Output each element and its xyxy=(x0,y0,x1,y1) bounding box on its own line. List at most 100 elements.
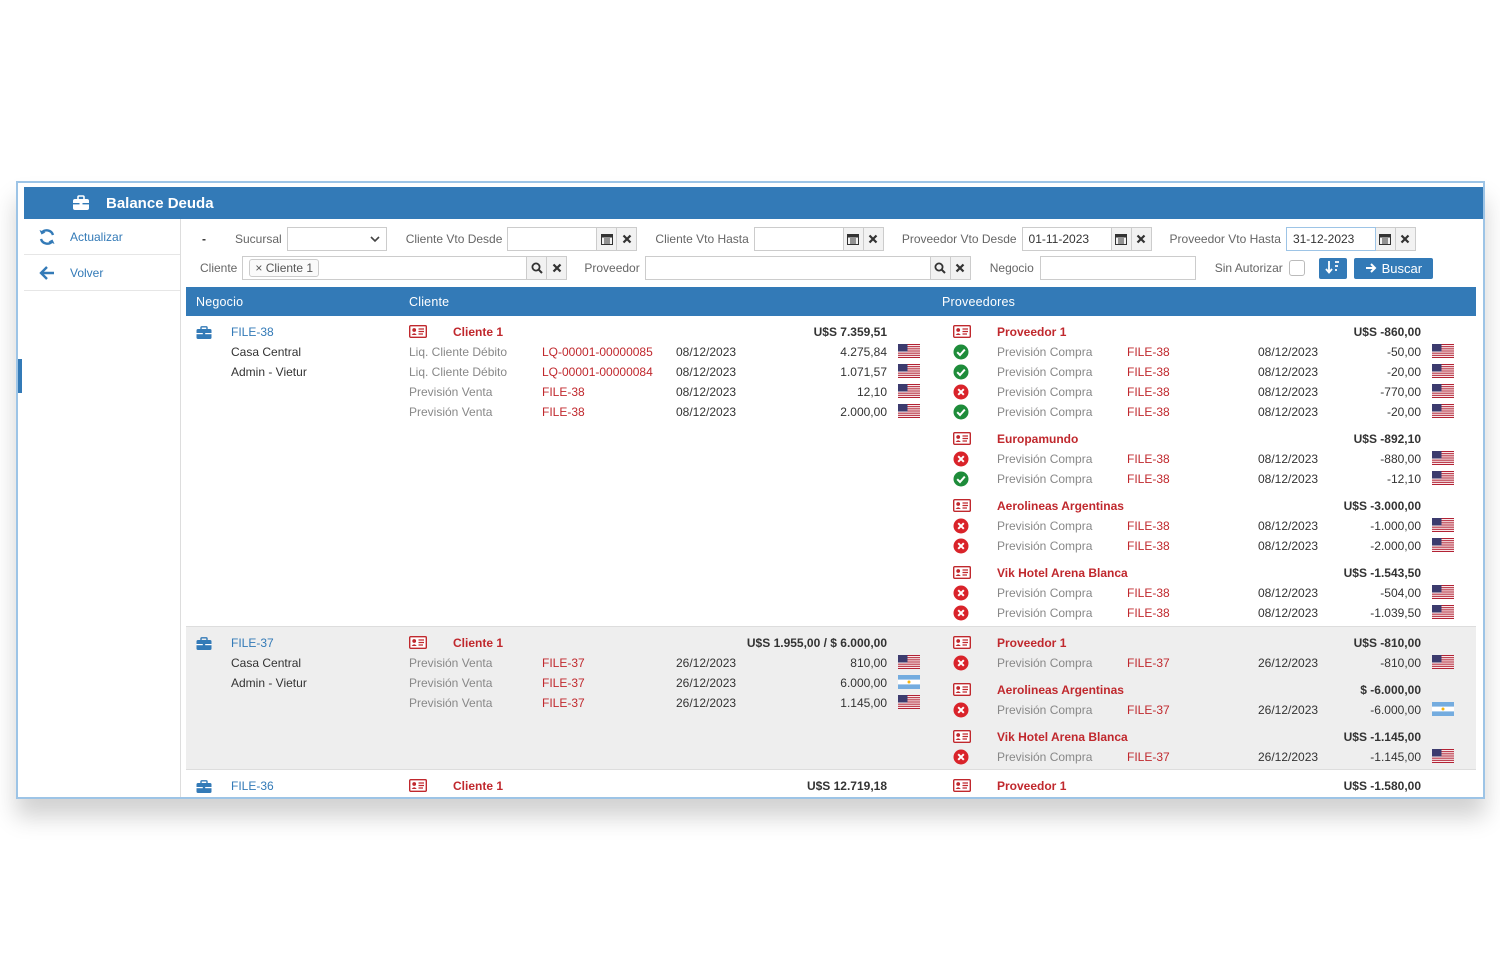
proveedor-row-tipo: Previsión Compra xyxy=(997,539,1093,553)
proveedor-row-ref[interactable]: FILE-37 xyxy=(1127,703,1170,717)
search-icon[interactable] xyxy=(930,256,951,280)
proveedor-vto-hasta-label: Proveedor Vto Hasta xyxy=(1169,232,1281,246)
cliente-name[interactable]: Cliente 1 xyxy=(453,636,503,650)
cliente-row-ref[interactable]: LQ-00001-00000084 xyxy=(542,365,653,379)
proveedor-row-fecha: 08/12/2023 xyxy=(1258,472,1319,486)
proveedor-name[interactable]: Proveedor 1 xyxy=(997,325,1066,339)
cliente-row-tipo: Previsión Venta xyxy=(409,676,493,690)
cliente-vto-desde-input[interactable] xyxy=(507,227,598,251)
calendar-icon[interactable] xyxy=(843,227,864,251)
proveedor-row-tipo: Previsión Compra xyxy=(997,519,1093,533)
proveedor-name[interactable]: Europamundo xyxy=(997,432,1078,446)
proveedor-row-importe: -810,00 xyxy=(1380,656,1421,670)
proveedor-name[interactable]: Proveedor 1 xyxy=(997,779,1066,793)
ar-flag-icon xyxy=(1432,702,1454,719)
file-link[interactable]: FILE-36 xyxy=(231,779,274,793)
proveedor-row-tipo: Previsión Compra xyxy=(997,405,1093,419)
clear-icon[interactable] xyxy=(950,256,971,280)
provider-card-icon xyxy=(952,565,972,582)
ar-flag-icon xyxy=(898,675,920,692)
cliente-name[interactable]: Cliente 1 xyxy=(453,779,503,793)
negocio-input[interactable] xyxy=(1039,256,1196,280)
x-circle-icon xyxy=(953,538,969,557)
proveedor-row-ref[interactable]: FILE-38 xyxy=(1127,365,1170,379)
cliente-row-ref[interactable]: FILE-37 xyxy=(542,696,585,710)
calendar-icon[interactable] xyxy=(1111,227,1132,251)
proveedor-row-ref[interactable]: FILE-38 xyxy=(1127,345,1170,359)
proveedor-total: U$S -810,00 xyxy=(1353,636,1421,650)
arrow-left-icon xyxy=(24,263,70,283)
provider-card-icon xyxy=(952,324,972,341)
proveedor-vto-desde-input[interactable]: 01-11-2023 xyxy=(1021,227,1112,251)
proveedor-row-ref[interactable]: FILE-38 xyxy=(1127,472,1170,486)
proveedor-row-tipo: Previsión Compra xyxy=(997,472,1093,486)
proveedor-row-ref[interactable]: FILE-38 xyxy=(1127,539,1170,553)
cliente-vto-hasta-input[interactable] xyxy=(753,227,844,251)
proveedor-select[interactable] xyxy=(644,256,931,280)
clear-icon[interactable] xyxy=(547,256,568,280)
proveedor-row-fecha: 26/12/2023 xyxy=(1258,656,1319,670)
proveedor-row-importe: -20,00 xyxy=(1386,405,1421,419)
proveedor-name[interactable]: Aerolineas Argentinas xyxy=(997,683,1124,697)
proveedor-row-fecha: 08/12/2023 xyxy=(1258,586,1319,600)
proveedor-row-ref[interactable]: FILE-38 xyxy=(1127,452,1170,466)
window-titlebar: Balance Deuda xyxy=(24,187,1483,219)
proveedor-row-ref[interactable]: FILE-37 xyxy=(1127,656,1170,670)
cliente-row-tipo: Previsión Venta xyxy=(409,385,493,399)
cliente-row-fecha: 08/12/2023 xyxy=(676,385,737,399)
client-card-icon xyxy=(408,778,428,795)
clear-icon[interactable] xyxy=(1395,227,1416,251)
cliente-select[interactable]: × Cliente 1 xyxy=(242,256,528,280)
proveedor-row-ref[interactable]: FILE-38 xyxy=(1127,606,1170,620)
cliente-row-ref[interactable]: FILE-37 xyxy=(542,656,585,670)
proveedor-row-ref[interactable]: FILE-38 xyxy=(1127,519,1170,533)
proveedor-row-ref[interactable]: FILE-38 xyxy=(1127,385,1170,399)
us-flag-icon xyxy=(1432,344,1454,361)
sidebar-item-actualizar[interactable]: Actualizar xyxy=(24,219,180,255)
clear-icon[interactable] xyxy=(863,227,884,251)
proveedor-row-ref[interactable]: FILE-38 xyxy=(1127,405,1170,419)
proveedor-vto-hasta-input[interactable]: 31-12-2023 xyxy=(1285,227,1376,251)
provider-card-icon xyxy=(952,729,972,746)
cliente-row-importe: 4.275,84 xyxy=(840,345,887,359)
proveedor-row-importe: -1.039,50 xyxy=(1370,606,1421,620)
sin-autorizar-checkbox[interactable] xyxy=(1288,260,1305,276)
cliente-row-ref[interactable]: FILE-38 xyxy=(542,385,585,399)
proveedor-name[interactable]: Vik Hotel Arena Blanca xyxy=(997,566,1128,580)
x-circle-icon xyxy=(953,384,969,403)
cliente-row-ref[interactable]: LQ-00001-00000085 xyxy=(542,345,653,359)
collapse-filters-toggle[interactable]: - xyxy=(202,232,206,246)
cliente-row-tipo: Liq. Cliente Débito xyxy=(409,365,508,379)
provider-card-icon xyxy=(952,635,972,652)
sort-button[interactable] xyxy=(1318,257,1347,279)
file-link[interactable]: FILE-37 xyxy=(231,636,274,650)
proveedor-total: U$S -860,00 xyxy=(1353,325,1421,339)
admin-text: Admin - Vietur xyxy=(231,676,307,690)
calendar-icon[interactable] xyxy=(597,227,618,251)
clear-icon[interactable] xyxy=(617,227,638,251)
proveedor-name[interactable]: Aerolineas Argentinas xyxy=(997,499,1124,513)
chevron-down-icon xyxy=(370,232,380,246)
cliente-row-fecha: 08/12/2023 xyxy=(676,365,737,379)
proveedor-row-fecha: 08/12/2023 xyxy=(1258,539,1319,553)
cliente-row-ref[interactable]: FILE-38 xyxy=(542,405,585,419)
cliente-name[interactable]: Cliente 1 xyxy=(453,325,503,339)
proveedor-name[interactable]: Proveedor 1 xyxy=(997,636,1066,650)
proveedor-name[interactable]: Vik Hotel Arena Blanca xyxy=(997,730,1128,744)
calendar-icon[interactable] xyxy=(1375,227,1396,251)
sucursal-select[interactable] xyxy=(286,227,387,251)
proveedor-row-ref[interactable]: FILE-38 xyxy=(1127,586,1170,600)
cliente-row-ref[interactable]: FILE-37 xyxy=(542,676,585,690)
proveedor-row-ref[interactable]: FILE-37 xyxy=(1127,750,1170,764)
file-link[interactable]: FILE-38 xyxy=(231,325,274,339)
sidebar-item-volver[interactable]: Volver xyxy=(24,255,180,291)
proveedor-total: $ -6.000,00 xyxy=(1360,683,1421,697)
buscar-button[interactable]: Buscar xyxy=(1353,257,1433,279)
briefcase-icon xyxy=(196,326,212,343)
cliente-row-fecha: 08/12/2023 xyxy=(676,345,737,359)
us-flag-icon xyxy=(1432,605,1454,622)
clear-icon[interactable] xyxy=(1131,227,1152,251)
cliente-tag[interactable]: × Cliente 1 xyxy=(249,259,320,277)
search-icon[interactable] xyxy=(527,256,548,280)
proveedor-row-fecha: 08/12/2023 xyxy=(1258,385,1319,399)
